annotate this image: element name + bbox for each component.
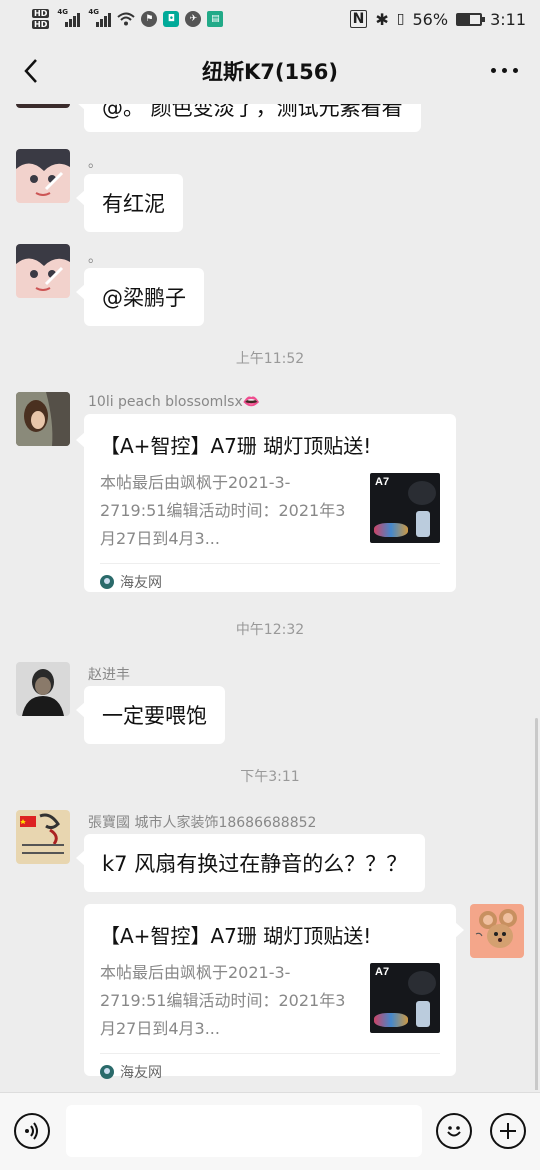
dot-icon [491, 68, 496, 73]
link-card[interactable]: 【A+智控】A7珊 瑚灯顶贴送! 本帖最后由飒枫于2021-3-2719:51编… [76, 414, 456, 592]
emoji-button[interactable] [436, 1113, 472, 1149]
thumbnail-text: A7 [375, 966, 390, 978]
message-bubble[interactable]: @。 颜色变淡了，测试元素看看 [76, 104, 421, 132]
link-card[interactable]: 【A+智控】A7珊 瑚灯顶贴送! 本帖最后由飒枫于2021-3-2719:51编… [84, 904, 464, 1081]
chat-header: 纽斯K7(156) [0, 38, 540, 104]
message-text: @梁鹏子 [102, 286, 186, 310]
message-text: 有红泥 [102, 192, 165, 216]
message-bubble[interactable]: 一定要喂饱 [76, 686, 225, 744]
sender-name: 。 [88, 155, 102, 171]
avatar[interactable] [16, 104, 70, 108]
app-notification-icon: ◘ [163, 11, 180, 27]
sender-name: 赵进丰 [88, 667, 130, 683]
message-input[interactable] [66, 1105, 422, 1157]
status-bar: HD HD 4G 4G ⚑ ◘ ✈ ▤ N ✱ ▯ 56% 3:11 [0, 0, 540, 38]
source-logo-icon [100, 574, 114, 589]
vibrate-icon: ▯ [396, 11, 405, 27]
network-type: 4G [88, 8, 99, 16]
timestamp: 中午12:32 [235, 622, 305, 638]
message-text: 一定要喂饱 [102, 704, 207, 728]
my-avatar[interactable] [470, 904, 524, 958]
hd-label: HD [32, 9, 50, 18]
battery-icon [456, 12, 486, 26]
voice-input-button[interactable] [14, 1113, 50, 1149]
avatar[interactable] [16, 810, 70, 864]
battery-percent: 56% [412, 9, 449, 29]
clock: 3:11 [490, 9, 526, 29]
plus-icon [500, 1123, 516, 1139]
sender-name: 。 [88, 250, 102, 266]
avatar[interactable] [16, 149, 70, 203]
sender-name: 10li peach blossomlsx👄 [88, 394, 261, 410]
hd-label: HD [32, 20, 50, 29]
source-name: 海友网 [120, 574, 162, 591]
voice-icon [25, 1122, 38, 1140]
card-thumbnail: A7 [370, 963, 440, 1033]
dot-icon [502, 68, 507, 73]
nfc-icon: N [349, 10, 368, 28]
more-functions-button[interactable] [490, 1113, 526, 1149]
signal-icon: 4G [88, 8, 112, 27]
smiley-icon [447, 1126, 461, 1137]
thumbnail-text: A7 [375, 476, 390, 488]
timestamp: 下午3:11 [240, 769, 300, 785]
sender-name: 張寶國 城市人家装饰18686688852 [88, 815, 317, 831]
app-notification-icon: ✈ [185, 11, 202, 27]
app-notification-icon: ⚑ [141, 11, 158, 27]
timestamp: 上午11:52 [235, 351, 305, 367]
dot-icon [513, 68, 518, 73]
source-name: 海友网 [120, 1064, 162, 1081]
message-bubble[interactable]: k7 风扇有换过在静音的么？？？ [75, 834, 426, 892]
message-text: k7 风扇有换过在静音的么？？？ [102, 852, 408, 876]
scrollbar[interactable] [535, 718, 538, 1090]
more-options-button[interactable] [491, 68, 518, 73]
card-thumbnail: A7 [370, 473, 440, 543]
wifi-icon [117, 12, 136, 26]
card-description: 本帖最后由飒枫于2021-3-2719:51编辑活动时间：2021年3月27日到… [100, 963, 346, 1038]
message-bubble[interactable]: 有红泥 [76, 174, 183, 232]
card-source: 海友网 [100, 1053, 440, 1089]
chat-title: 纽斯K7(156) [202, 60, 338, 84]
message-bubble[interactable]: @梁鹏子 [76, 268, 204, 326]
app-notification-icon: ▤ [207, 11, 224, 27]
message-list[interactable]: @。 颜色变淡了，测试元素看看 。 有红泥 。 @梁鹏子 上午11:52 10l… [0, 104, 540, 1090]
avatar[interactable] [16, 392, 70, 446]
network-type: 4G [57, 8, 68, 16]
bluetooth-icon: ✱ [375, 9, 389, 29]
card-title: 【A+智控】A7珊 瑚灯顶贴送! [100, 924, 372, 948]
signal-icon: 4G [57, 8, 81, 27]
card-title: 【A+智控】A7珊 瑚灯顶贴送! [100, 434, 372, 458]
chevron-left-icon [24, 59, 37, 83]
input-bar [0, 1092, 540, 1170]
avatar[interactable] [16, 244, 70, 298]
hd-indicator: HD HD [32, 9, 50, 29]
avatar[interactable] [16, 662, 70, 716]
message-text: @。 颜色变淡了，测试元素看看 [102, 104, 403, 120]
card-source: 海友网 [100, 563, 440, 599]
card-description: 本帖最后由飒枫于2021-3-2719:51编辑活动时间：2021年3月27日到… [100, 473, 346, 548]
source-logo-icon [100, 1064, 114, 1079]
back-button[interactable] [16, 56, 46, 86]
